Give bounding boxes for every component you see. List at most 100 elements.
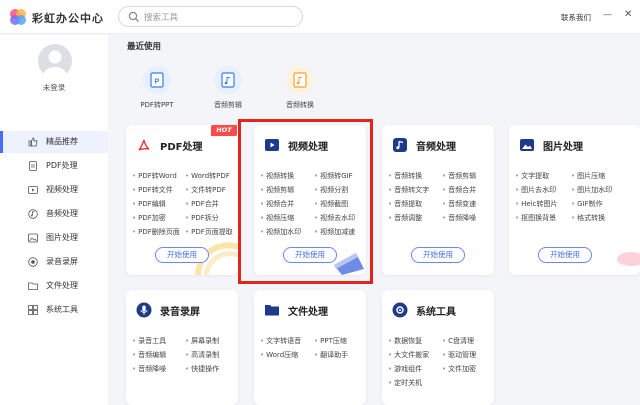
tool-item[interactable]: 音频转文字 [388,185,429,195]
sidebar-item-label: PDF处理 [46,161,78,170]
sidebar-item-label: 图片处理 [46,233,78,242]
sidebar-item-label: 精品推荐 [46,137,78,146]
tool-item[interactable]: 数据恢复 [388,336,422,346]
card-title: 系统工具 [416,307,456,318]
recent-item-audio-convert[interactable]: 音频转换 [270,66,330,114]
audio-cut-icon [214,66,242,94]
tool-item[interactable]: 文件转PDF [185,185,226,195]
recent-item-audio-cut[interactable]: 音频剪辑 [198,66,258,114]
minimize-button[interactable]: — [603,10,612,20]
pdf-file-icon [29,161,37,171]
tool-item[interactable]: PDF删除页面 [132,227,180,237]
hot-badge: HOT [211,125,237,136]
tool-item[interactable]: 抠图换背景 [515,213,556,223]
card-title: PDF处理 [160,142,203,153]
tool-item[interactable]: 文字提取 [515,171,549,181]
sidebar-item-recommended[interactable]: 精品推荐 [0,131,108,153]
close-button[interactable]: ✕ [624,9,632,20]
tool-item[interactable]: 驱动管理 [442,350,476,360]
tool-item[interactable]: 音频合并 [442,185,476,195]
sidebar-item-file[interactable]: 文件处理 [0,275,108,297]
tool-item[interactable]: 音频降噪 [442,213,476,223]
sidebar-item-pdf[interactable]: PDF处理 [0,155,108,177]
audio-card[interactable]: 音频处理 音频转换 音频转文字 音频提取 音频调整 音频剪辑 音频合并 音频变速… [382,125,494,275]
start-button[interactable]: 开始使用 [155,247,209,263]
tool-item[interactable]: 图片压缩 [571,171,605,181]
sidebar: 未登录 精品推荐 PDF处理 视频处理 音频处理 图片处理 录音录屏 文件处理 … [0,35,108,405]
microphone-icon [136,302,152,318]
sidebar-item-image[interactable]: 图片处理 [0,227,108,249]
tool-item[interactable]: PDF合并 [185,199,219,209]
tool-item[interactable]: 文件加密 [442,364,476,374]
recent-item-label: 音频转换 [286,101,314,109]
tool-item[interactable]: PDF加密 [132,213,166,223]
card-title: 音频处理 [416,142,456,153]
card-title: 录音录屏 [160,307,200,318]
tool-item[interactable]: PDF拆分 [185,213,219,223]
system-tools-icon [28,305,38,315]
system-card[interactable]: 系统工具 数据恢复 大文件搬家 游戏组件 定时关机 C盘清理 驱动管理 文件加密 [382,290,494,405]
tool-item[interactable]: Word压缩 [260,350,298,360]
start-button[interactable]: 开始使用 [411,247,465,263]
tool-item[interactable]: 定时关机 [388,378,422,388]
sidebar-item-label: 音频处理 [46,209,78,218]
contact-us-link[interactable]: 联系我们 [561,12,591,23]
login-status[interactable]: 未登录 [0,82,108,93]
tool-item[interactable]: PPT压缩 [314,336,347,346]
tool-item[interactable]: PDF转文件 [132,185,173,195]
pdf-to-ppt-icon: P [143,66,171,94]
tool-item[interactable]: 图片去水印 [515,185,556,195]
sidebar-item-record[interactable]: 录音录屏 [0,251,108,273]
recent-section-title: 最近使用 [127,42,162,52]
thumbs-up-icon [28,137,38,147]
tool-item[interactable]: 大文件搬家 [388,350,429,360]
user-icon [43,50,67,78]
tool-item[interactable]: C盘清理 [442,336,474,346]
tool-item[interactable]: PDF编辑 [132,199,166,209]
avatar[interactable] [38,44,72,78]
tool-item[interactable]: Word转PDF [185,171,230,181]
tool-item[interactable]: 快捷操作 [185,364,219,374]
tool-item[interactable]: 音频转换 [388,171,422,181]
pdf-card[interactable]: PDF处理 PDF转Word PDF转文件 PDF编辑 PDF加密 PDF删除页… [126,125,238,275]
tool-item[interactable]: 文字转语音 [260,336,301,346]
record-card[interactable]: 录音录屏 录音工具 音频编辑 音频降噪 屏幕录制 高清录制 快捷操作 [126,290,238,405]
tool-item[interactable]: 格式转换 [571,213,605,223]
music-note-icon [28,209,38,219]
file-card[interactable]: 文件处理 文字转语音 Word压缩 PPT压缩 翻译助手 [254,290,366,405]
tool-item[interactable]: GIF制作 [571,199,603,209]
record-icon [28,257,38,267]
tool-item[interactable]: 音频变速 [442,199,476,209]
tool-item[interactable]: 图片加水印 [571,185,612,195]
music-note-icon [393,138,407,152]
pdf-icon [138,139,150,151]
image-card[interactable]: 图片处理 文字提取 图片去水印 Heic转图片 抠图换背景 图片压缩 图片加水印… [509,125,640,275]
tool-item[interactable]: 游戏组件 [388,364,422,374]
sidebar-item-label: 文件处理 [46,281,78,290]
folder-icon [28,282,38,290]
tool-item[interactable]: 翻译助手 [314,350,348,360]
tool-item[interactable]: 音频降噪 [132,364,166,374]
audio-convert-icon [286,66,314,94]
title-bar: 彩虹办公中心 搜索工具 联系我们 — ✕ [0,0,640,34]
recent-item-label: 音频剪辑 [214,101,242,109]
tool-item[interactable]: PDF转Word [132,171,177,181]
tool-item[interactable]: 高清录制 [185,350,219,360]
sidebar-item-audio[interactable]: 音频处理 [0,203,108,225]
tool-item[interactable]: 音频编辑 [132,350,166,360]
search-icon [128,11,139,22]
start-button[interactable]: 开始使用 [538,247,592,263]
recent-item-label: PDF转PPT [140,101,174,109]
search-input[interactable]: 搜索工具 [118,6,303,27]
tool-item[interactable]: 屏幕录制 [185,336,219,346]
sidebar-item-system[interactable]: 系统工具 [0,299,108,321]
tool-item[interactable]: 音频剪辑 [442,171,476,181]
rainbow-logo-icon [10,9,26,25]
tool-item[interactable]: 音频提取 [388,199,422,209]
tool-item[interactable]: 录音工具 [132,336,166,346]
tool-item[interactable]: 音频调整 [388,213,422,223]
recent-item-pdf-to-ppt[interactable]: P PDF转PPT [127,66,187,114]
sidebar-item-video[interactable]: 视频处理 [0,179,108,201]
tool-item[interactable]: Heic转图片 [515,199,557,209]
folder-icon [265,305,279,316]
